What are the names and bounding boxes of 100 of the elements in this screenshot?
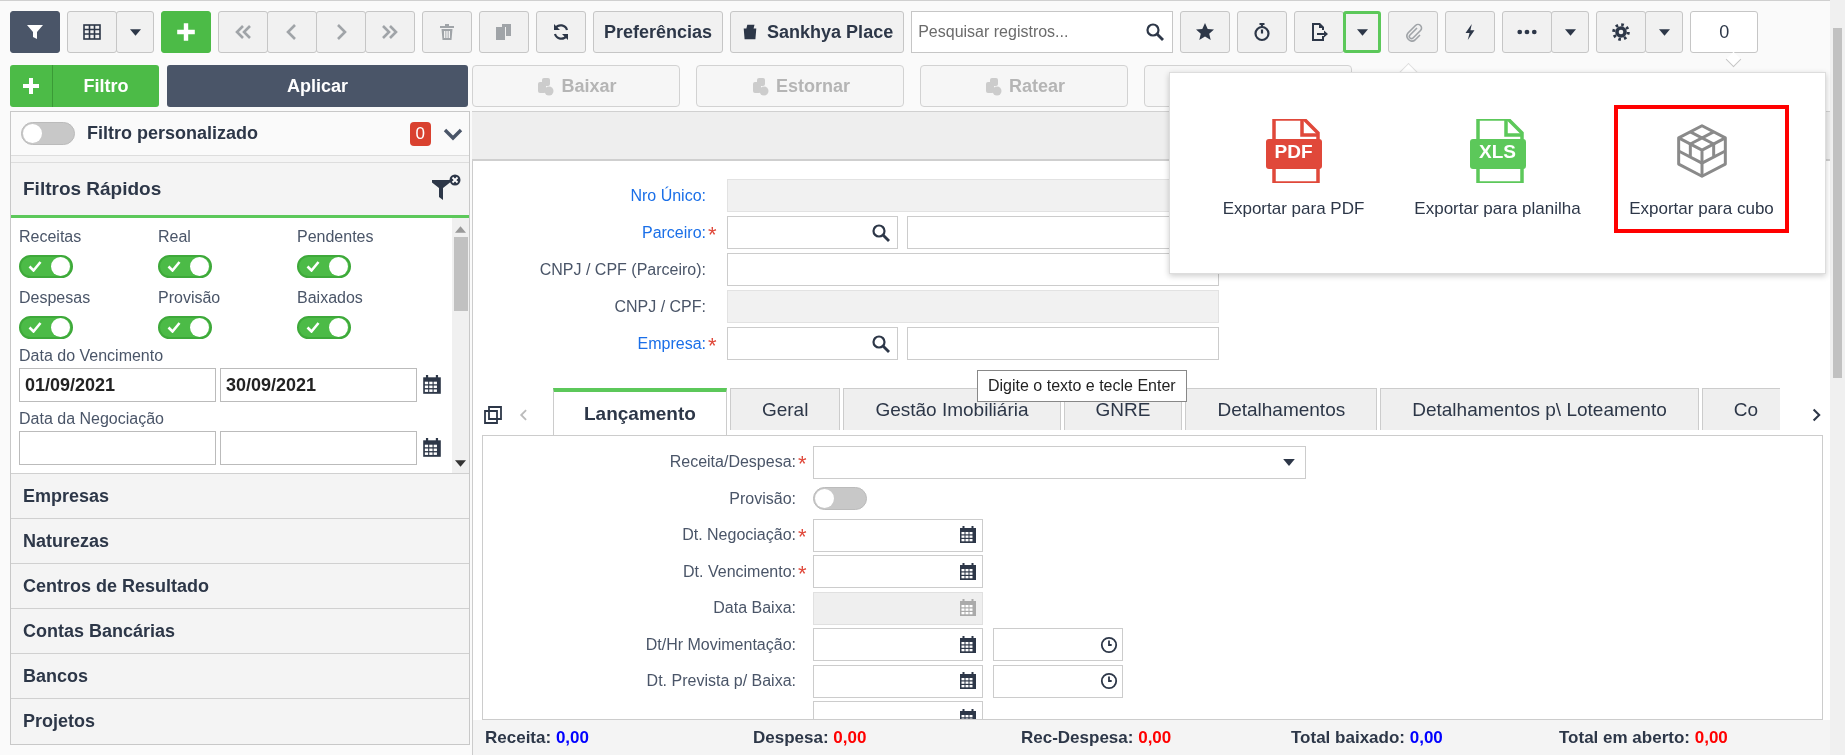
dropdown-button[interactable] bbox=[1551, 11, 1590, 53]
coins-icon bbox=[535, 76, 556, 96]
date-field[interactable] bbox=[813, 628, 983, 662]
field-link[interactable]: Parceiro: bbox=[473, 223, 706, 242]
text-field[interactable] bbox=[727, 253, 1219, 286]
favorite-button[interactable] bbox=[1180, 11, 1231, 53]
date-field[interactable] bbox=[19, 431, 216, 465]
tab[interactable]: Detalhamentos bbox=[1185, 388, 1378, 430]
required-mark: * bbox=[797, 451, 808, 474]
field-link[interactable]: Empresa: bbox=[473, 334, 706, 353]
paperclip-icon bbox=[1403, 22, 1424, 42]
dropdown-button[interactable] bbox=[1645, 11, 1684, 53]
caret-icon bbox=[129, 28, 141, 36]
toggle-switch[interactable] bbox=[21, 122, 75, 145]
field-label: CNPJ / CPF: bbox=[613, 297, 706, 316]
date-field[interactable] bbox=[813, 555, 983, 589]
toggle-switch[interactable] bbox=[297, 316, 351, 339]
date-field[interactable] bbox=[813, 518, 983, 552]
total-label: Total baixado: 0,00 bbox=[1291, 727, 1444, 748]
documents-icon bbox=[494, 22, 514, 42]
dropdown-field[interactable] bbox=[813, 445, 1306, 479]
panel-title: Filtros Rápidos bbox=[23, 178, 162, 200]
calendar-icon bbox=[958, 634, 978, 655]
scrollbar-thumb[interactable] bbox=[453, 237, 468, 311]
settings-button[interactable] bbox=[1596, 11, 1647, 53]
place-button[interactable]: Sankhya Place bbox=[730, 11, 905, 53]
field-label: Data da Negociação bbox=[19, 410, 165, 428]
count-badge: 0 bbox=[409, 121, 431, 146]
field-label: Receita/Despesa: bbox=[668, 453, 796, 472]
field-label: Provisão: bbox=[728, 489, 796, 508]
menu-item[interactable]: Exportar para cubo bbox=[1614, 105, 1789, 233]
toggle-label: Baixados bbox=[297, 289, 364, 307]
record-counter: 0 bbox=[1690, 11, 1759, 53]
search-icon bbox=[871, 333, 891, 354]
timer-button[interactable] bbox=[1237, 11, 1288, 53]
required-mark: * bbox=[797, 524, 808, 547]
time-field[interactable] bbox=[993, 664, 1123, 698]
description-field[interactable] bbox=[907, 327, 1219, 360]
scrollbar-thumb[interactable] bbox=[1833, 28, 1842, 378]
total-label: Total em aberto: 0,00 bbox=[1559, 727, 1729, 748]
scroll-down-icon bbox=[455, 460, 466, 467]
toggle-label: Provisão bbox=[158, 289, 222, 307]
check-icon bbox=[28, 260, 42, 272]
tab[interactable]: Detalhamentos p\ Loteamento bbox=[1380, 388, 1699, 430]
file-type-label: PDF bbox=[1273, 141, 1314, 163]
date-field[interactable]: 01/09/2021 bbox=[19, 368, 216, 402]
apply-button[interactable]: Aplicar bbox=[167, 65, 468, 107]
check-icon bbox=[28, 321, 42, 333]
dropdown-button[interactable] bbox=[116, 11, 154, 53]
tab[interactable]: Co bbox=[1701, 388, 1780, 430]
toggle-switch[interactable] bbox=[158, 316, 212, 339]
dropdown-button[interactable] bbox=[1343, 11, 1382, 53]
plus-icon bbox=[21, 76, 41, 96]
date-field[interactable] bbox=[220, 431, 417, 465]
lookup-field[interactable] bbox=[727, 216, 898, 249]
action-button[interactable] bbox=[1445, 11, 1496, 53]
caret-icon bbox=[1564, 28, 1576, 36]
field-label: CNPJ / CPF (Parceiro): bbox=[538, 260, 706, 279]
lookup-field[interactable] bbox=[727, 327, 898, 360]
date-field[interactable] bbox=[813, 664, 983, 698]
export-button[interactable] bbox=[1294, 11, 1345, 53]
plus-icon bbox=[175, 21, 197, 43]
stopwatch-icon bbox=[1252, 22, 1273, 42]
field-label: Dt. Prevista p/ Baixa: bbox=[645, 672, 796, 691]
total-label: Rec-Despesa: 0,00 bbox=[1021, 727, 1173, 748]
calendar-icon bbox=[421, 374, 443, 396]
calendar-icon bbox=[958, 525, 978, 546]
caret-icon bbox=[1356, 28, 1368, 36]
toggle-switch[interactable] bbox=[158, 255, 212, 278]
file-icon bbox=[1265, 119, 1322, 183]
toggle-label: Receitas bbox=[19, 228, 83, 246]
star-icon bbox=[1195, 22, 1216, 42]
tab[interactable]: Lançamento bbox=[553, 388, 727, 435]
toggle-label: Real bbox=[158, 228, 192, 246]
trash-icon bbox=[437, 22, 457, 42]
more-button[interactable] bbox=[1502, 11, 1553, 53]
file-type-label: XLS bbox=[1478, 141, 1517, 163]
calendar-icon bbox=[958, 598, 978, 619]
tab[interactable]: Geral bbox=[729, 388, 841, 430]
ellipsis-icon bbox=[1517, 29, 1538, 35]
required-mark: * bbox=[707, 221, 718, 244]
toggle-switch[interactable] bbox=[19, 316, 73, 339]
grid-view-button[interactable] bbox=[67, 11, 117, 53]
preferences-button[interactable]: Preferências bbox=[593, 11, 724, 53]
check-icon bbox=[167, 260, 181, 272]
toggle-switch[interactable] bbox=[297, 255, 351, 278]
calendar-icon bbox=[421, 437, 443, 459]
time-field[interactable] bbox=[993, 628, 1123, 662]
coins-icon bbox=[750, 76, 770, 96]
toggle-switch[interactable] bbox=[813, 487, 867, 511]
refresh-button[interactable] bbox=[536, 11, 586, 53]
search-field[interactable]: Pesquisar registros... bbox=[911, 11, 1174, 53]
filter-button[interactable] bbox=[10, 11, 60, 53]
toggle-switch[interactable] bbox=[19, 255, 73, 278]
chevron-down-icon bbox=[443, 126, 463, 141]
toggle-label: Pendentes bbox=[297, 228, 375, 246]
date-field[interactable]: 30/09/2021 bbox=[220, 368, 417, 402]
add-button[interactable] bbox=[161, 11, 211, 53]
caret-icon bbox=[1658, 28, 1670, 36]
total-label: Despesa: 0,00 bbox=[753, 727, 868, 748]
